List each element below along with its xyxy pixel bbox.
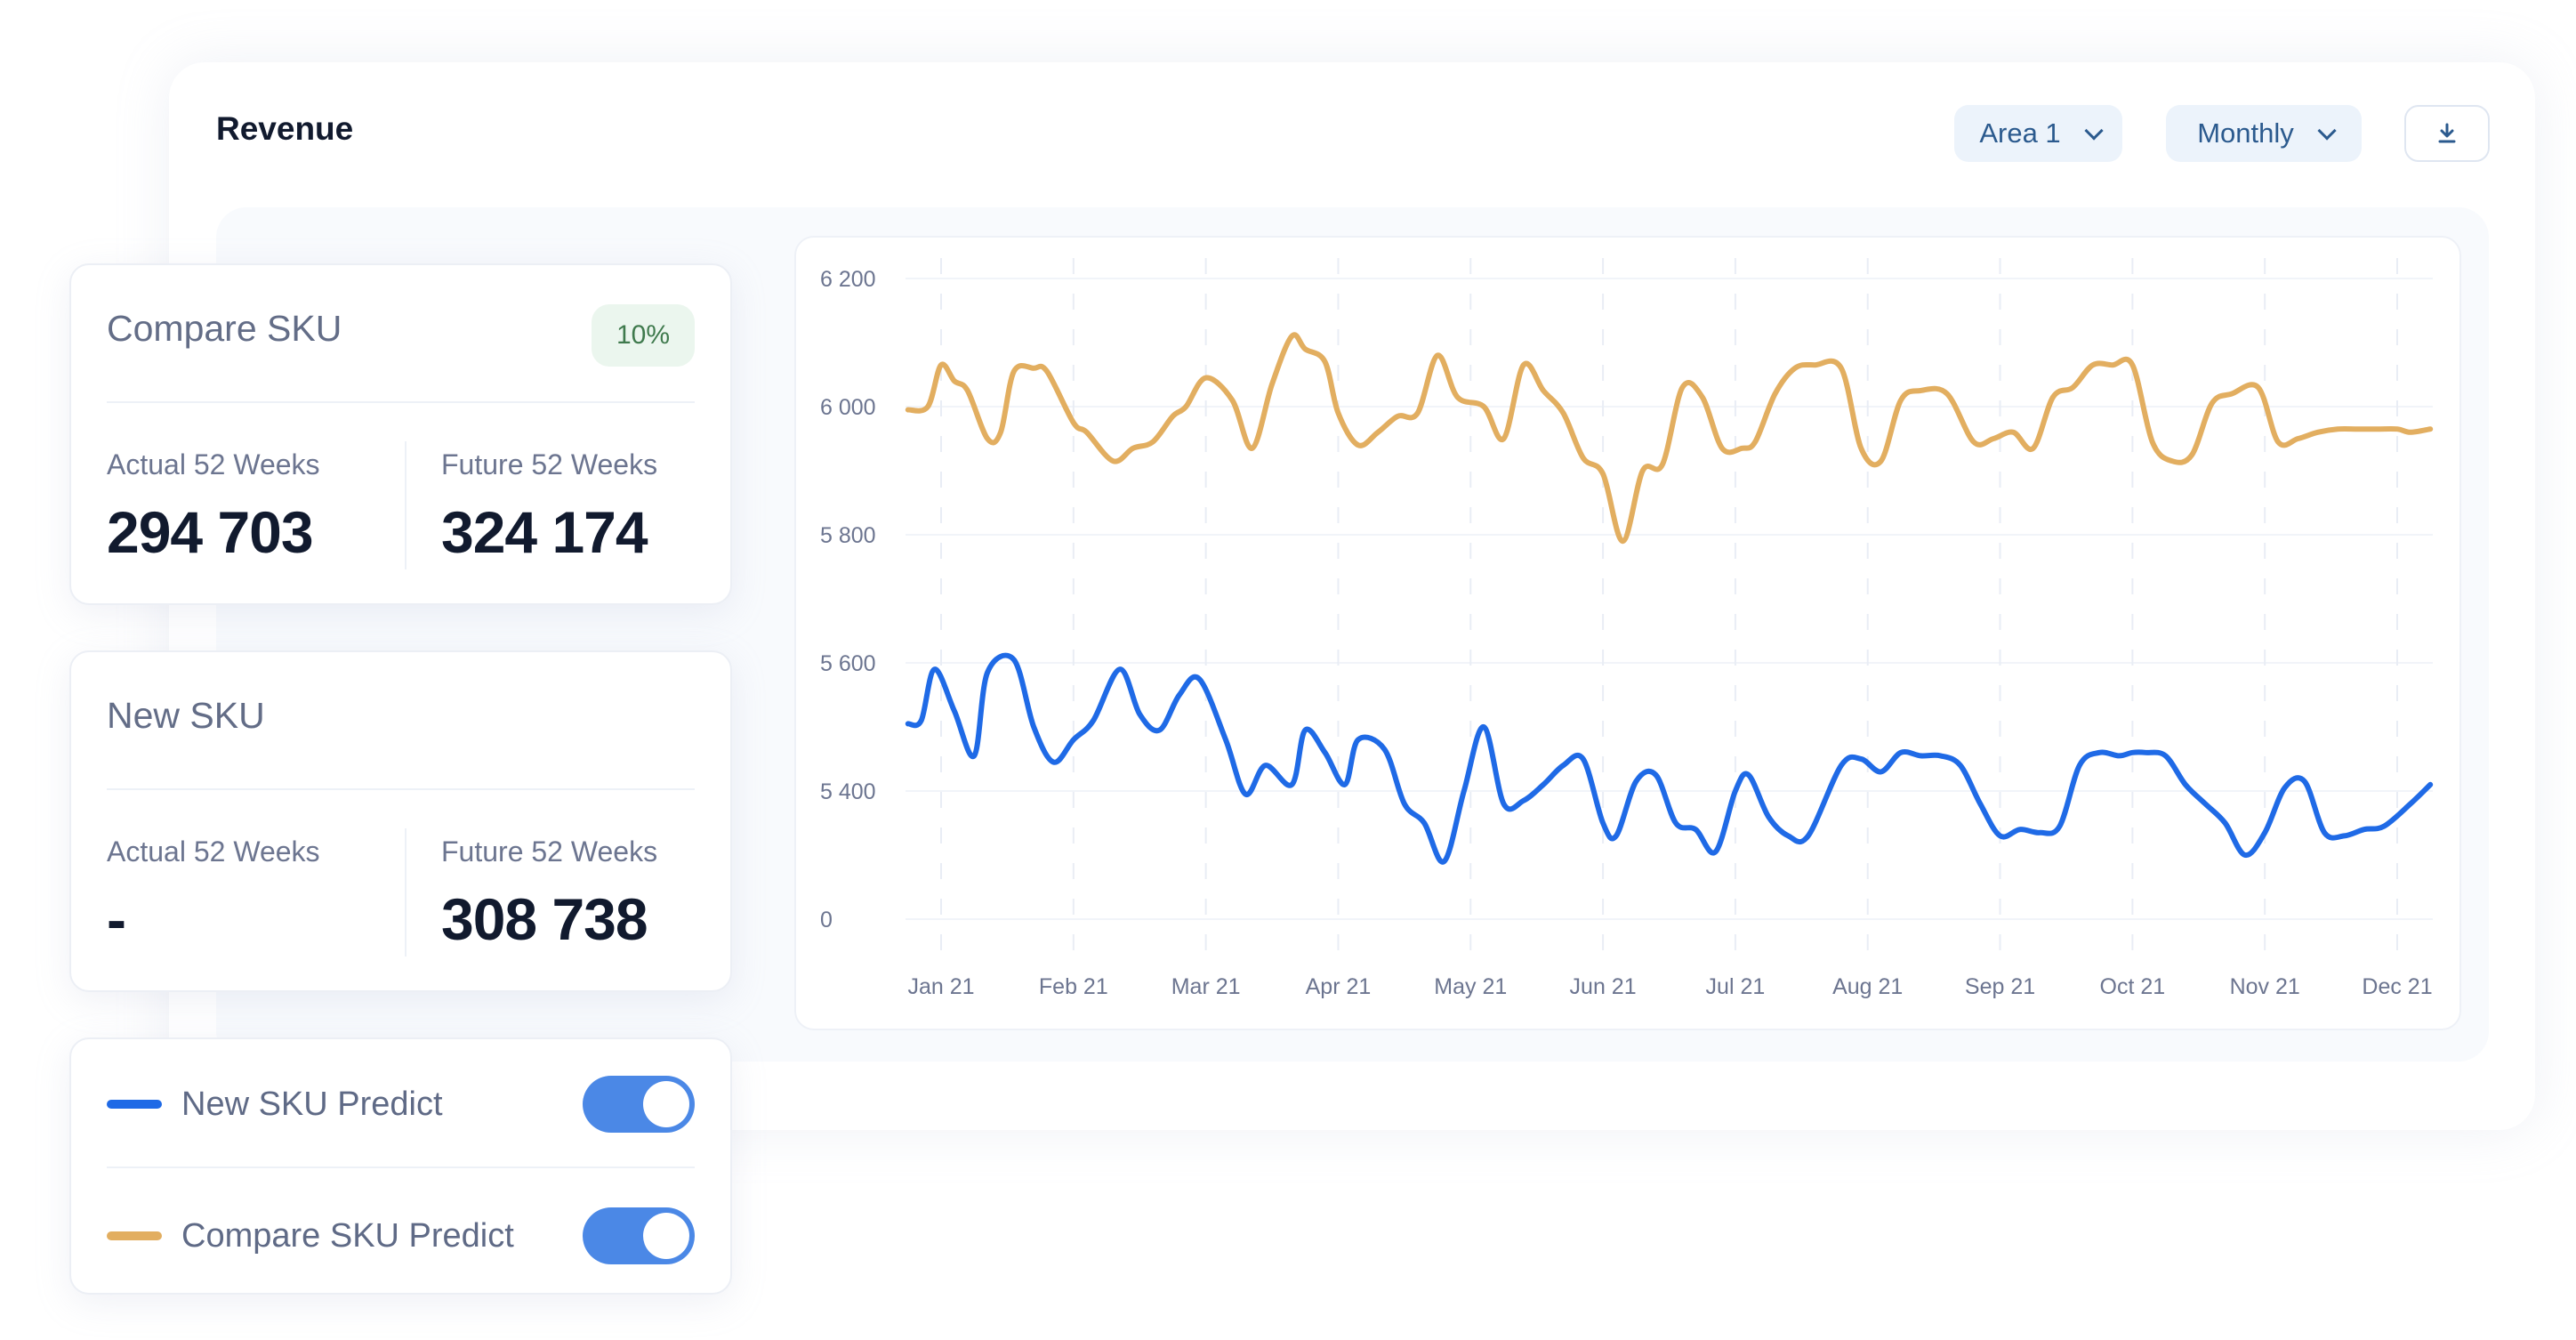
- x-tick-label: Mar 21: [1171, 974, 1241, 999]
- compare-sku-card: Compare SKU 10% Actual 52 Weeks 294 703 …: [69, 263, 732, 605]
- x-tick-label: Oct 21: [2100, 974, 2166, 999]
- future-label: Future 52 Weeks: [441, 835, 658, 868]
- y-tick-label: 0: [820, 908, 833, 932]
- toggle-knob: [643, 1081, 689, 1127]
- future-value: 324 174: [441, 499, 648, 565]
- card-title: New SKU: [107, 695, 265, 736]
- y-tick-label: 6 200: [820, 267, 876, 292]
- y-tick-label: 5 400: [820, 779, 876, 804]
- legend-item-compare-sku: Compare SKU Predict: [107, 1205, 695, 1267]
- x-tick-label: May 21: [1434, 974, 1507, 999]
- new-sku-predict-line: [905, 652, 2434, 865]
- divider: [107, 1166, 695, 1168]
- x-tick-label: Dec 21: [2362, 974, 2432, 999]
- compare-sku-predict-line: [905, 332, 2434, 545]
- card-title: Compare SKU: [107, 308, 342, 349]
- new-sku-card: New SKU Actual 52 Weeks - Future 52 Week…: [69, 650, 732, 992]
- future-label: Future 52 Weeks: [441, 448, 658, 480]
- divider: [107, 401, 695, 403]
- toggle-knob: [643, 1213, 689, 1259]
- divider: [405, 441, 407, 569]
- y-tick-label: 5 600: [820, 651, 876, 676]
- legend-label: New SKU Predict: [181, 1085, 443, 1123]
- future-value: 308 738: [441, 886, 648, 952]
- new-sku-predict-toggle[interactable]: [583, 1076, 695, 1133]
- x-tick-label: Nov 21: [2230, 974, 2300, 999]
- x-tick-label: Jun 21: [1570, 974, 1637, 999]
- x-tick-label: Feb 21: [1039, 974, 1108, 999]
- y-tick-label: 5 800: [820, 523, 876, 548]
- x-tick-label: Sep 21: [1965, 974, 2035, 999]
- series-toggle-card: New SKU Predict Compare SKU Predict: [69, 1037, 732, 1295]
- percent-badge: 10%: [592, 304, 695, 367]
- actual-label: Actual 52 Weeks: [107, 835, 320, 868]
- x-tick-label: Jul 21: [1706, 974, 1766, 999]
- actual-value: -: [107, 886, 126, 952]
- actual-label: Actual 52 Weeks: [107, 448, 320, 480]
- actual-value: 294 703: [107, 499, 314, 565]
- x-tick-label: Jan 21: [907, 974, 974, 999]
- compare-sku-predict-toggle[interactable]: [583, 1207, 695, 1264]
- x-tick-label: Aug 21: [1832, 974, 1903, 999]
- legend-line-icon: [107, 1100, 162, 1109]
- x-tick-label: Apr 21: [1306, 974, 1372, 999]
- y-tick-label: 6 000: [820, 395, 876, 420]
- legend-item-new-sku: New SKU Predict: [107, 1073, 695, 1135]
- divider: [107, 788, 695, 790]
- legend-label: Compare SKU Predict: [181, 1216, 514, 1255]
- legend-line-icon: [107, 1231, 162, 1240]
- divider: [405, 828, 407, 957]
